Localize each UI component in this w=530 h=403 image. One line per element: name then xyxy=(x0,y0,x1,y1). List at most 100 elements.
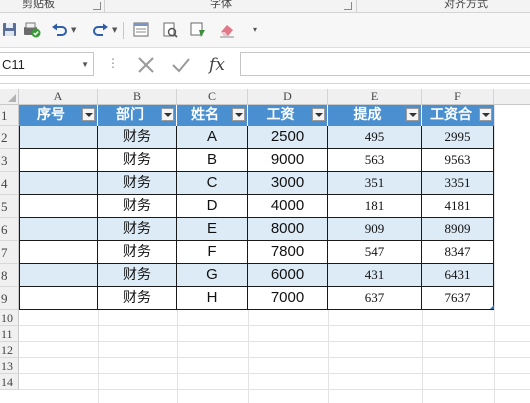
table-cell-commission[interactable]: 637 xyxy=(328,287,422,310)
column-header-f[interactable]: F xyxy=(422,89,494,105)
table-cell-index[interactable] xyxy=(19,241,98,264)
table-cell-total[interactable]: 4181 xyxy=(422,195,494,218)
filter-dropdown-icon[interactable] xyxy=(312,108,325,121)
column-header-b[interactable]: B xyxy=(98,89,177,105)
table-header-index[interactable]: 序号 xyxy=(19,105,98,126)
table-cell-department[interactable]: 财务 xyxy=(98,218,177,241)
table-cell-index[interactable] xyxy=(19,172,98,195)
table-cell-department[interactable]: 财务 xyxy=(98,287,177,310)
table-cell-commission[interactable]: 563 xyxy=(328,149,422,172)
table-cell-total[interactable]: 8347 xyxy=(422,241,494,264)
redo-button[interactable] xyxy=(90,20,110,40)
table-cell-salary[interactable]: 8000 xyxy=(248,218,328,241)
row-header-4[interactable]: 4 xyxy=(0,172,19,195)
name-box[interactable]: C11 ▼ xyxy=(0,52,94,76)
table-cell-index[interactable] xyxy=(19,195,98,218)
table-cell-salary[interactable]: 3000 xyxy=(248,172,328,195)
print-check-button[interactable] xyxy=(22,20,42,40)
more-options-icon[interactable]: ⋮ xyxy=(107,57,119,69)
table-header-salary[interactable]: 工资 xyxy=(248,105,328,126)
table-cell-department[interactable]: 财务 xyxy=(98,195,177,218)
table-cell-salary[interactable]: 6000 xyxy=(248,264,328,287)
table-cell-name[interactable]: E xyxy=(177,218,248,241)
table-cell-total[interactable]: 7637 xyxy=(422,287,494,310)
row-header-5[interactable]: 5 xyxy=(0,195,19,218)
column-header-g[interactable] xyxy=(494,89,530,105)
select-all-corner[interactable] xyxy=(0,89,19,105)
undo-dropdown-icon[interactable]: ▼ xyxy=(71,27,78,34)
column-header-e[interactable]: E xyxy=(328,89,422,105)
row-header-13[interactable]: 13 xyxy=(0,358,19,374)
table-cell-commission[interactable]: 909 xyxy=(328,218,422,241)
row-header-7[interactable]: 7 xyxy=(0,241,19,264)
row-header-2[interactable]: 2 xyxy=(0,126,19,149)
table-cell-salary[interactable]: 4000 xyxy=(248,195,328,218)
cancel-button[interactable] xyxy=(133,53,159,77)
customize-toolbar-icon[interactable]: ▾ xyxy=(253,26,260,34)
clear-button[interactable] xyxy=(217,20,237,40)
column-header-a[interactable]: A xyxy=(19,89,98,105)
table-cell-commission[interactable]: 495 xyxy=(328,126,422,149)
row-header-8[interactable]: 8 xyxy=(0,264,19,287)
redo-dropdown-icon[interactable]: ▼ xyxy=(112,27,119,34)
table-header-name[interactable]: 姓名 xyxy=(177,105,248,126)
table-cell-total[interactable]: 9563 xyxy=(422,149,494,172)
table-cell-department[interactable]: 财务 xyxy=(98,264,177,287)
row-header-6[interactable]: 6 xyxy=(0,218,19,241)
table-cell-department[interactable]: 财务 xyxy=(98,241,177,264)
insert-function-button[interactable]: fx xyxy=(204,53,230,77)
row-header-3[interactable]: 3 xyxy=(0,149,19,172)
table-cell-commission[interactable]: 547 xyxy=(328,241,422,264)
table-cell-total[interactable]: 8909 xyxy=(422,218,494,241)
undo-button[interactable] xyxy=(50,20,70,40)
table-cell-department[interactable]: 财务 xyxy=(98,149,177,172)
table-cell-total[interactable]: 6431 xyxy=(422,264,494,287)
row-header-11[interactable]: 11 xyxy=(0,326,19,342)
filter-dropdown-icon[interactable] xyxy=(232,108,245,121)
table-cell-total[interactable]: 2995 xyxy=(422,126,494,149)
clipboard-launcher-icon[interactable] xyxy=(93,2,101,10)
table-cell-index[interactable] xyxy=(19,218,98,241)
table-cell-total[interactable]: 3351 xyxy=(422,172,494,195)
enter-button[interactable] xyxy=(168,53,194,77)
filter-dropdown-icon[interactable] xyxy=(82,108,95,121)
column-header-c[interactable]: C xyxy=(177,89,248,105)
filter-dropdown-icon[interactable] xyxy=(406,108,419,121)
table-cell-salary[interactable]: 2500 xyxy=(248,126,328,149)
row-header-12[interactable]: 12 xyxy=(0,342,19,358)
form-button[interactable] xyxy=(131,20,151,40)
column-header-d[interactable]: D xyxy=(248,89,328,105)
table-cell-name[interactable]: G xyxy=(177,264,248,287)
table-cell-index[interactable] xyxy=(19,149,98,172)
table-cell-department[interactable]: 财务 xyxy=(98,126,177,149)
table-cell-index[interactable] xyxy=(19,287,98,310)
table-cell-commission[interactable]: 181 xyxy=(328,195,422,218)
table-resize-handle[interactable] xyxy=(490,305,494,309)
table-cell-name[interactable]: F xyxy=(177,241,248,264)
row-header-14[interactable]: 14 xyxy=(0,374,19,390)
table-cell-name[interactable]: C xyxy=(177,172,248,195)
table-cell-index[interactable] xyxy=(19,264,98,287)
table-cell-commission[interactable]: 351 xyxy=(328,172,422,195)
table-header-total[interactable]: 工资合 xyxy=(422,105,494,126)
row-header-9[interactable]: 9 xyxy=(0,287,19,310)
table-cell-salary[interactable]: 9000 xyxy=(248,149,328,172)
table-cell-name[interactable]: D xyxy=(177,195,248,218)
formula-input[interactable] xyxy=(240,52,530,76)
chevron-down-icon[interactable]: ▼ xyxy=(81,53,89,77)
table-cell-name[interactable]: H xyxy=(177,287,248,310)
table-header-commission[interactable]: 提成 xyxy=(328,105,422,126)
table-cell-name[interactable]: A xyxy=(177,126,248,149)
font-launcher-icon[interactable] xyxy=(344,2,352,10)
filter-dropdown-icon[interactable] xyxy=(161,108,174,121)
table-cell-department[interactable]: 财务 xyxy=(98,172,177,195)
table-header-department[interactable]: 部门 xyxy=(98,105,177,126)
row-header-1[interactable]: 1 xyxy=(0,105,19,126)
table-cell-index[interactable] xyxy=(19,126,98,149)
print-preview-button[interactable] xyxy=(160,20,180,40)
row-header-10[interactable]: 10 xyxy=(0,310,19,326)
table-cell-commission[interactable]: 431 xyxy=(328,264,422,287)
format-painter-button[interactable] xyxy=(188,20,208,40)
table-cell-salary[interactable]: 7800 xyxy=(248,241,328,264)
table-cell-name[interactable]: B xyxy=(177,149,248,172)
